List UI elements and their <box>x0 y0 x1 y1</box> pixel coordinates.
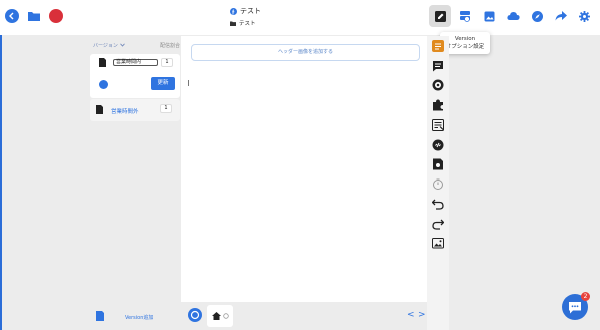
document-icon <box>96 105 103 114</box>
redo-icon[interactable] <box>432 218 444 230</box>
page-tab-bar: < > <box>181 302 427 330</box>
distribution-ratio-input[interactable]: 1 <box>161 58 173 67</box>
chevron-down-icon <box>119 43 125 47</box>
chat-bubble-icon <box>569 301 581 313</box>
element-tool-rail <box>427 36 449 330</box>
page-title: テスト <box>240 7 261 15</box>
back-button[interactable] <box>5 9 19 23</box>
version-list-panel: バージョン 配信割合 営業時間内 1 更新 営業時間外 1 <box>90 36 180 330</box>
distribution-ratio-label: 配信割合 <box>159 43 180 49</box>
version-row-selected[interactable]: 営業時間内 1 更新 <box>90 54 180 98</box>
undo-icon[interactable] <box>432 198 444 210</box>
version-options-icon <box>460 10 470 22</box>
version-status-chip[interactable] <box>99 80 108 89</box>
version-row[interactable]: 営業時間外 1 <box>90 99 180 121</box>
add-header-image-button[interactable]: ヘッダー画像を追加する <box>191 44 420 61</box>
share-button[interactable] <box>550 5 572 27</box>
gear-icon <box>578 10 590 22</box>
text-block-icon[interactable] <box>432 40 444 52</box>
folder-button[interactable] <box>27 10 41 22</box>
prev-page-arrow[interactable]: < <box>407 310 415 320</box>
edit-icon <box>434 10 446 22</box>
version-name-label: 営業時間外 <box>111 109 139 115</box>
stopwatch-icon[interactable] <box>432 178 444 190</box>
image-icon <box>484 11 494 21</box>
page-title-block: テスト テスト <box>230 6 290 27</box>
media-icon[interactable] <box>432 158 444 170</box>
version-options-button[interactable] <box>454 5 476 27</box>
compass-tool-button[interactable] <box>526 5 548 27</box>
folder-icon <box>28 12 40 21</box>
left-edge-accent <box>0 0 2 330</box>
home-icon <box>211 312 221 320</box>
puzzle-icon[interactable] <box>432 99 444 111</box>
compass-icon <box>531 10 543 22</box>
home-page-tab[interactable] <box>207 305 233 327</box>
add-page-button[interactable] <box>188 308 202 322</box>
editor-canvas[interactable]: ヘッダー画像を追加する <box>181 36 427 302</box>
distribution-ratio-input[interactable]: 1 <box>160 104 172 113</box>
chat-notification-badge: 2 <box>581 292 590 301</box>
chevron-left-icon <box>9 12 14 20</box>
page-subtitle: テスト <box>239 21 256 27</box>
image-tool-button[interactable] <box>478 5 500 27</box>
folder-small-icon <box>230 21 236 26</box>
cloud-tool-button[interactable] <box>502 5 524 27</box>
facebook-icon <box>230 7 237 15</box>
link-chain-icon[interactable] <box>432 139 444 151</box>
version-dropdown[interactable]: バージョン <box>93 42 125 49</box>
update-button[interactable]: 更新 <box>151 77 175 90</box>
target-icon <box>190 310 200 320</box>
form-icon[interactable] <box>432 119 444 131</box>
add-document-icon[interactable] <box>96 311 104 321</box>
share-arrow-icon <box>555 11 567 21</box>
add-version-button[interactable]: Version追加 <box>125 314 153 321</box>
text-cursor <box>188 80 189 86</box>
gear-small-icon <box>222 313 229 319</box>
message-icon[interactable] <box>432 60 444 72</box>
document-icon <box>99 58 106 67</box>
version-name-input[interactable]: 営業時間内 <box>113 59 158 66</box>
next-page-arrow[interactable]: > <box>418 310 426 320</box>
version-dropdown-label: バージョン <box>93 43 118 49</box>
settings-button[interactable] <box>573 5 595 27</box>
top-toolbar: テスト テスト <box>0 0 600 35</box>
add-version-footer: Version追加 <box>90 305 180 330</box>
edit-tool-button[interactable] <box>429 5 451 27</box>
cloud-icon <box>506 12 520 20</box>
brand-logo <box>49 9 63 23</box>
timer-icon[interactable] <box>432 79 444 91</box>
image-gallery-icon[interactable] <box>432 237 444 249</box>
